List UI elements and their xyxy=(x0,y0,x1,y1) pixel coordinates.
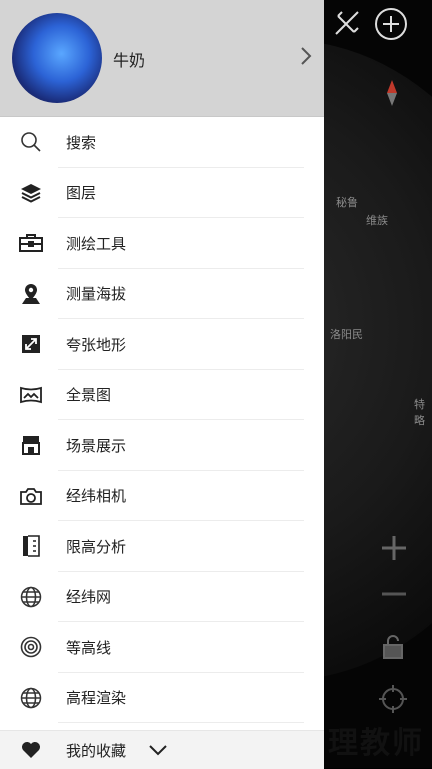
menu-item-terrain[interactable]: 夸张地形 xyxy=(0,319,324,370)
menu-item-label: 限高分析 xyxy=(66,537,127,556)
map-place-label: 秘鲁 xyxy=(336,196,358,209)
globe-icon xyxy=(19,585,43,609)
menu-item-label: 搜索 xyxy=(66,133,97,152)
globe-icon xyxy=(19,686,43,710)
search-icon xyxy=(19,130,43,154)
menu-item-label: 等高线 xyxy=(66,638,112,657)
panorama-icon xyxy=(19,383,43,407)
camera-icon xyxy=(19,484,43,508)
avatar[interactable] xyxy=(12,13,102,103)
zoom-in-icon[interactable] xyxy=(380,534,408,562)
menu-item-label: 测量海拔 xyxy=(66,285,127,304)
menu-item-panorama[interactable]: 全景图 xyxy=(0,370,324,421)
menu-item-camera[interactable]: 经纬相机 xyxy=(0,471,324,522)
chevron-down-icon[interactable] xyxy=(148,744,168,756)
navigation-drawer: 牛奶 搜索 图层 测绘工具 测量海拔 夸张地形 全景图 场景展示 经纬相机 限高… xyxy=(0,0,324,769)
lock-icon[interactable] xyxy=(382,634,404,660)
locate-icon[interactable] xyxy=(378,684,408,714)
menu-item-layers[interactable]: 图层 xyxy=(0,168,324,219)
location-pin-icon xyxy=(19,282,43,306)
menu-item-contour[interactable]: 等高线 xyxy=(0,622,324,673)
menu-item-altitude[interactable]: 测量海拔 xyxy=(0,269,324,320)
map-view[interactable]: 秘鲁 维族 洛阳民 特略 xyxy=(324,0,432,768)
menu-item-label: 全景图 xyxy=(66,386,112,405)
compass-icon[interactable] xyxy=(386,80,398,106)
username: 牛奶 xyxy=(113,51,146,70)
map-place-label: 洛阳民 xyxy=(330,328,363,341)
menu-item-search[interactable]: 搜索 xyxy=(0,117,324,168)
measure-tool-icon[interactable] xyxy=(332,8,362,38)
shop-icon xyxy=(19,433,43,457)
favorites-section[interactable]: 我的收藏 xyxy=(0,730,324,769)
menu-item-label: 图层 xyxy=(66,184,97,203)
menu-item-label: 夸张地形 xyxy=(66,335,127,354)
menu-item-label: 场景展示 xyxy=(66,436,127,455)
menu-item-label: 高程渲染 xyxy=(66,689,127,708)
globe xyxy=(324,40,432,680)
toolbox-icon xyxy=(19,231,43,255)
favorites-label: 我的收藏 xyxy=(66,741,127,760)
zoom-out-icon[interactable] xyxy=(380,580,408,608)
menu-item-graticule[interactable]: 经纬网 xyxy=(0,572,324,623)
height-limit-icon xyxy=(19,534,43,558)
menu-item-label: 经纬相机 xyxy=(66,487,127,506)
expand-icon xyxy=(19,332,43,356)
add-circle-icon[interactable] xyxy=(374,7,408,41)
menu-item-label: 经纬网 xyxy=(66,588,112,607)
menu-item-scene[interactable]: 场景展示 xyxy=(0,420,324,471)
chevron-right-icon[interactable] xyxy=(300,46,312,70)
map-place-label: 维族 xyxy=(366,214,388,227)
profile-header[interactable]: 牛奶 xyxy=(0,0,324,117)
contour-icon xyxy=(19,635,43,659)
menu-list: 搜索 图层 测绘工具 测量海拔 夸张地形 全景图 场景展示 经纬相机 限高分析 … xyxy=(0,117,324,723)
menu-item-elevation-render[interactable]: 高程渲染 xyxy=(0,673,324,724)
heart-icon xyxy=(19,738,43,762)
map-place-label: 特略 xyxy=(414,398,425,427)
layers-icon xyxy=(19,181,43,205)
menu-item-label: 测绘工具 xyxy=(66,234,127,253)
menu-item-survey-tools[interactable]: 测绘工具 xyxy=(0,218,324,269)
watermark: 理教师 xyxy=(328,726,424,761)
menu-item-height-limit[interactable]: 限高分析 xyxy=(0,521,324,572)
